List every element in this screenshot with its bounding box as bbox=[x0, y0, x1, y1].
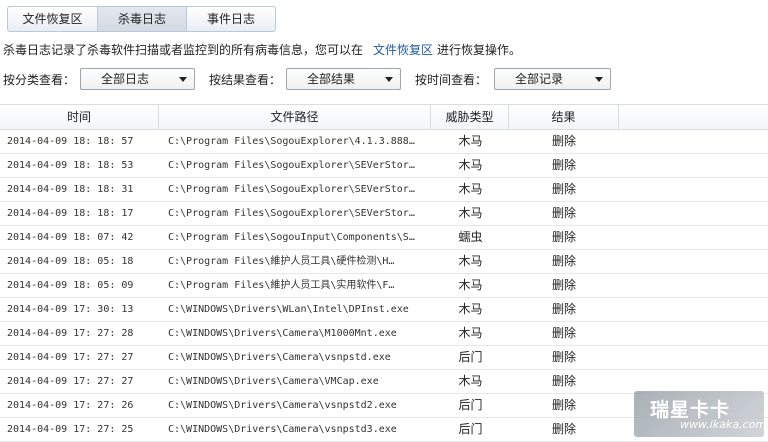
info-text-main: 杀毒日志记录了杀毒软件扫描或者监控到的所有病毒信息，您可以在 bbox=[3, 43, 364, 57]
table-row[interactable]: 2014-04-09 18: 18: 53 C:\Program Files\So… bbox=[0, 154, 768, 178]
file-recovery-link[interactable]: 文件恢复区 bbox=[373, 43, 433, 57]
cell-time: 2014-04-09 18: 18: 57 bbox=[7, 136, 134, 147]
cell-time: 2014-04-09 18: 05: 18 bbox=[7, 256, 134, 267]
cell-threat-type: 木马 bbox=[458, 374, 483, 388]
cell-threat-type: 后门 bbox=[458, 398, 483, 412]
category-filter-dropdown[interactable]: 全部日志 bbox=[80, 68, 195, 90]
chevron-down-icon bbox=[385, 77, 393, 82]
chevron-down-icon bbox=[595, 77, 603, 82]
table-row[interactable]: 2014-04-09 18: 07: 42 C:\Program Files\So… bbox=[0, 226, 768, 250]
cell-time: 2014-04-09 17: 30: 13 bbox=[7, 304, 134, 315]
cell-time: 2014-04-09 17: 27: 28 bbox=[7, 328, 134, 339]
cell-path: C:\WINDOWS\Drivers\Camera\M1000Mnt.exe bbox=[168, 328, 397, 339]
watermark-logo: 瑞星卡卡 www.ikaka.com bbox=[634, 391, 767, 437]
cell-time: 2014-04-09 18: 18: 31 bbox=[7, 184, 134, 195]
cell-threat-type: 木马 bbox=[458, 206, 483, 220]
table-header: 时间 文件路径 威胁类型 结果 bbox=[0, 104, 768, 130]
table-row[interactable]: 2014-04-09 18: 05: 18 C:\Program Files\維护… bbox=[0, 250, 768, 274]
cell-result: 删除 bbox=[551, 398, 576, 412]
table-row[interactable]: 2014-04-09 17: 27: 27 C:\WINDOWS\Drivers\… bbox=[0, 346, 768, 370]
cell-result: 删除 bbox=[551, 182, 576, 196]
column-header-result[interactable]: 结果 bbox=[509, 105, 619, 129]
cell-time: 2014-04-09 17: 27: 27 bbox=[7, 352, 134, 363]
cell-path: C:\Program Files\維护人员工具\实用软件\F… bbox=[168, 280, 395, 291]
cell-result: 删除 bbox=[551, 158, 576, 172]
cell-time: 2014-04-09 18: 07: 42 bbox=[7, 232, 134, 243]
cell-result: 删除 bbox=[551, 350, 576, 364]
cell-threat-type: 后门 bbox=[458, 350, 483, 364]
cell-result: 删除 bbox=[551, 374, 576, 388]
time-filter-dropdown[interactable]: 全部记录 bbox=[494, 68, 611, 90]
cell-threat-type: 木马 bbox=[458, 158, 483, 172]
cell-path: C:\Program Files\SogouExplorer\4.1.3.888… bbox=[168, 136, 415, 147]
table-row[interactable]: 2014-04-09 18: 05: 09 C:\Program Files\維护… bbox=[0, 274, 768, 298]
cell-time: 2014-04-09 18: 18: 53 bbox=[7, 160, 134, 171]
tab-event-log[interactable]: 事件日志 bbox=[186, 6, 276, 32]
cell-threat-type: 木马 bbox=[458, 302, 483, 316]
table-row[interactable]: 2014-04-09 17: 30: 13 C:\WINDOWS\Drivers\… bbox=[0, 298, 768, 322]
chevron-down-icon bbox=[179, 77, 187, 82]
cell-threat-type: 木马 bbox=[458, 278, 483, 292]
result-filter-label: 按结果查看： bbox=[209, 73, 282, 87]
table-row[interactable]: 2014-04-09 18: 18: 57 C:\Program Files\So… bbox=[0, 130, 768, 154]
column-header-time[interactable]: 时间 bbox=[0, 105, 159, 129]
info-text-suffix: 进行恢复操作。 bbox=[437, 43, 522, 57]
table-row[interactable]: 2014-04-09 18: 18: 17 C:\Program Files\So… bbox=[0, 202, 768, 226]
cell-result: 删除 bbox=[551, 206, 576, 220]
table-row[interactable]: 2014-04-09 17: 27: 28 C:\WINDOWS\Drivers\… bbox=[0, 322, 768, 346]
tab-file-recovery[interactable]: 文件恢复区 bbox=[7, 6, 98, 32]
column-header-type[interactable]: 威胁类型 bbox=[431, 105, 509, 129]
cell-threat-type: 木马 bbox=[458, 254, 483, 268]
info-text: 杀毒日志记录了杀毒软件扫描或者监控到的所有病毒信息，您可以在 文件恢复区 进行恢复操… bbox=[3, 41, 521, 58]
result-filter-value: 全部结果 bbox=[307, 72, 356, 86]
column-header-path[interactable]: 文件路径 bbox=[159, 105, 431, 129]
time-filter-value: 全部记录 bbox=[515, 72, 564, 86]
cell-time: 2014-04-09 17: 27: 27 bbox=[7, 376, 134, 387]
cell-result: 删除 bbox=[551, 254, 576, 268]
watermark-url: www.ikaka.com bbox=[680, 418, 767, 431]
cell-result: 删除 bbox=[551, 302, 576, 316]
cell-path: C:\Program Files\SogouExplorer\SEVerStor… bbox=[168, 208, 415, 219]
cell-time: 2014-04-09 18: 05: 09 bbox=[7, 280, 134, 291]
cell-result: 删除 bbox=[551, 230, 576, 244]
cell-threat-type: 后门 bbox=[458, 422, 483, 436]
cell-path: C:\Program Files\SogouExplorer\SEVerStor… bbox=[168, 160, 415, 171]
category-filter-value: 全部日志 bbox=[101, 72, 150, 86]
tab-antivirus-log[interactable]: 杀毒日志 bbox=[97, 6, 187, 32]
cell-path: C:\WINDOWS\Drivers\Camera\vsnpstd.exe bbox=[168, 352, 391, 363]
cell-time: 2014-04-09 17: 27: 26 bbox=[7, 400, 134, 411]
cell-threat-type: 木马 bbox=[458, 326, 483, 340]
cell-path: C:\Program Files\維护人员工具\硬件检测\H… bbox=[168, 256, 395, 267]
cell-result: 删除 bbox=[551, 134, 576, 148]
cell-threat-type: 蠕虫 bbox=[458, 230, 483, 244]
cell-threat-type: 木马 bbox=[458, 134, 483, 148]
cell-result: 删除 bbox=[551, 278, 576, 292]
table-row[interactable]: 2014-04-09 18: 18: 31 C:\Program Files\So… bbox=[0, 178, 768, 202]
cell-path: C:\WINDOWS\Drivers\Camera\vsnpstd3.exe bbox=[168, 424, 397, 435]
cell-time: 2014-04-09 18: 18: 17 bbox=[7, 208, 134, 219]
cell-path: C:\WINDOWS\Drivers\WLan\Intel\DPInst.exe bbox=[168, 304, 409, 315]
tab-bar: 文件恢复区 杀毒日志 事件日志 bbox=[7, 6, 276, 32]
cell-threat-type: 木马 bbox=[458, 182, 483, 196]
cell-result: 删除 bbox=[551, 326, 576, 340]
time-filter-label: 按时间查看： bbox=[415, 73, 488, 87]
cell-path: C:\WINDOWS\Drivers\Camera\vsnpstd2.exe bbox=[168, 400, 397, 411]
cell-path: C:\Program Files\SogouInput\Components\S… bbox=[168, 232, 415, 243]
cell-path: C:\WINDOWS\Drivers\Camera\VMCap.exe bbox=[168, 376, 379, 387]
cell-path: C:\Program Files\SogouExplorer\SEVerStor… bbox=[168, 184, 415, 195]
result-filter-dropdown[interactable]: 全部结果 bbox=[286, 68, 401, 90]
category-filter-label: 按分类查看： bbox=[3, 73, 76, 87]
cell-time: 2014-04-09 17: 27: 25 bbox=[7, 424, 134, 435]
cell-result: 删除 bbox=[551, 422, 576, 436]
